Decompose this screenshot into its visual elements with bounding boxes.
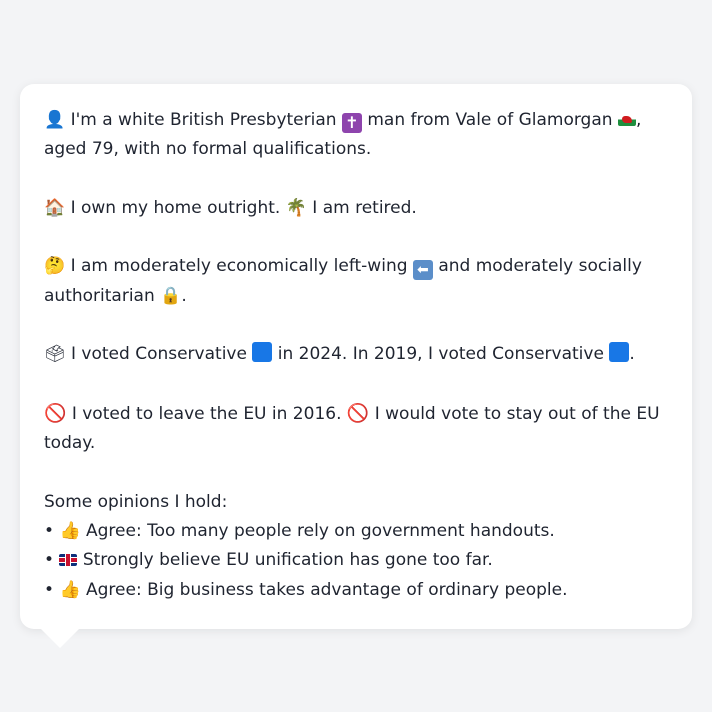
house-icon: 🏠 [44, 197, 66, 218]
ideology-text-c: . [181, 285, 187, 306]
prohibited-icon: 🚫 [44, 402, 67, 424]
bullet: • [44, 521, 55, 542]
housing-paragraph: 🏠 I own my home outright. 🌴 I am retired… [44, 194, 668, 223]
opinion-item: • 👍 Agree: Too many people rely on gover… [44, 517, 668, 546]
persona-card: 👤 I'm a white British Presbyterian ✝ man… [20, 84, 692, 629]
opinion-text: Agree: Big business takes advantage of o… [80, 579, 568, 600]
uk-flag-icon [59, 554, 78, 567]
voting-text-c: . [629, 344, 635, 365]
bullet: • [44, 550, 55, 571]
opinion-text: Agree: Too many people rely on governmen… [80, 521, 555, 542]
ideology-paragraph: 🤔 I am moderately economically left-wing… [44, 252, 668, 311]
thinking-face-icon: 🤔 [44, 256, 66, 277]
prohibited-icon: 🚫 [346, 402, 370, 424]
blue-square-icon [252, 342, 273, 363]
voting-text-a: I voted Conservative [65, 344, 253, 365]
housing-text-b: I am retired. [306, 197, 417, 218]
thumbs-up-icon: 👍 [59, 521, 81, 542]
lock-icon: 🔒 [160, 285, 182, 306]
opinions-heading: Some opinions I hold: [44, 491, 228, 512]
brexit-text-a: I voted to leave the EU in 2016. [66, 403, 347, 424]
opinion-item: • 👍 Agree: Big business takes advantage … [44, 576, 668, 605]
voting-text-b: in 2024. In 2019, I voted Conservative [272, 344, 610, 365]
brexit-paragraph: 🚫 I voted to leave the EU in 2016. 🚫 I w… [44, 399, 668, 459]
identity-text-a: I'm a white British Presbyterian [65, 110, 342, 130]
palm-tree-icon: 🌴 [285, 197, 307, 218]
opinion-text: Strongly believe EU unification has gone… [77, 550, 493, 571]
identity-text-b: man from Vale of Glamorgan [361, 110, 618, 130]
thumbs-up-icon: 👍 [59, 579, 81, 600]
left-arrow-icon: ⬅ [412, 260, 433, 281]
person-icon: 👤 [44, 110, 66, 130]
latin-cross-icon: ✝ [341, 113, 362, 133]
speech-bubble-tail [40, 628, 80, 648]
opinions-section: Some opinions I hold: • 👍 Agree: Too man… [44, 488, 668, 605]
wales-flag-icon [617, 113, 636, 126]
ideology-text-a: I am moderately economically left-wing [65, 256, 413, 277]
blue-square-icon [609, 342, 630, 363]
opinion-item: • Strongly believe EU unification has go… [44, 546, 668, 575]
identity-paragraph: 👤 I'm a white British Presbyterian ✝ man… [44, 106, 668, 165]
housing-text-a: I own my home outright. [65, 197, 286, 218]
ballot-box-icon: 🗳 [44, 344, 66, 365]
bullet: • [44, 579, 55, 600]
voting-paragraph: 🗳 I voted Conservative in 2024. In 2019,… [44, 340, 668, 369]
